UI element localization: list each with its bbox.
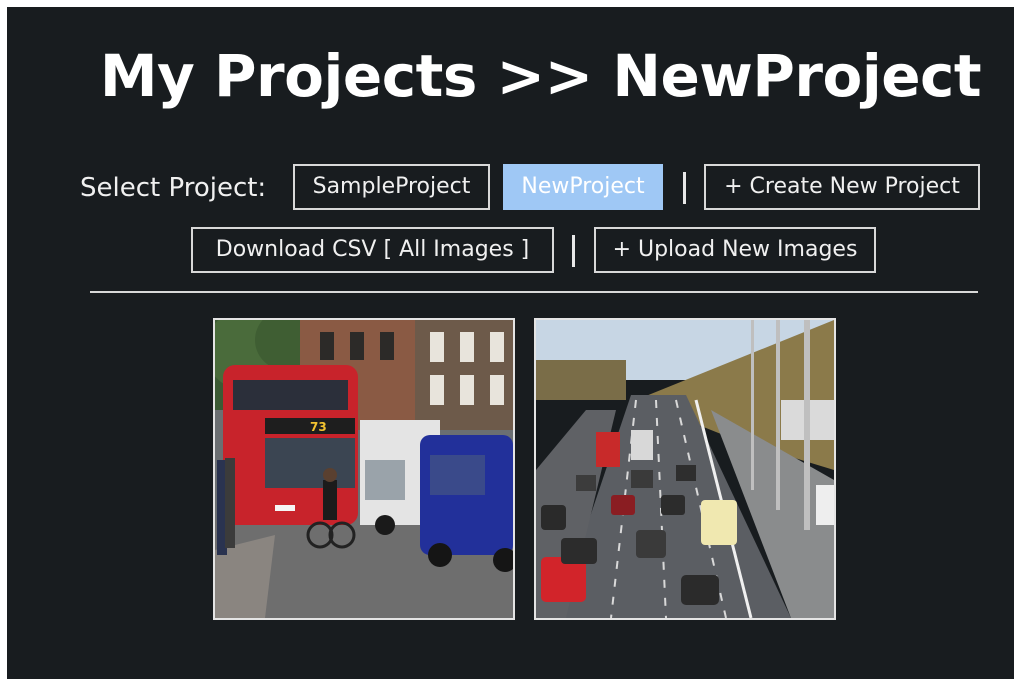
download-csv-button[interactable]: Download CSV [ All Images ]: [191, 227, 554, 273]
highway-traffic-photo: [536, 320, 834, 618]
street-bus-photo: 73: [215, 320, 513, 618]
select-project-label: Select Project:: [80, 173, 267, 203]
app-frame: My Projects >> NewProject Select Project…: [7, 7, 1014, 679]
project-button-newproject[interactable]: NewProject: [503, 164, 663, 210]
image-thumbnail-highway[interactable]: [534, 318, 836, 620]
page-title: My Projects >> NewProject: [99, 42, 982, 110]
image-thumbnail-street[interactable]: 73: [213, 318, 515, 620]
svg-text:73: 73: [310, 420, 327, 434]
horizontal-divider: [90, 291, 978, 293]
create-project-button[interactable]: + Create New Project: [704, 164, 980, 210]
separator: [683, 172, 686, 204]
project-button-sampleproject[interactable]: SampleProject: [293, 164, 490, 210]
separator: [572, 235, 575, 267]
upload-images-button[interactable]: + Upload New Images: [594, 227, 876, 273]
